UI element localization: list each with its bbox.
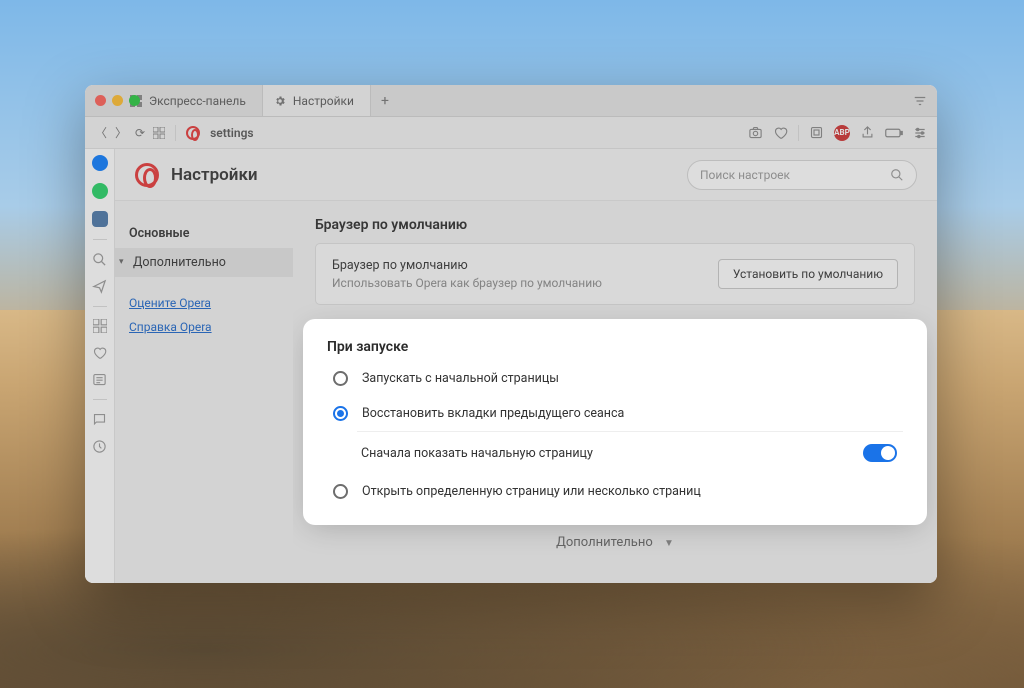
whatsapp-icon[interactable]	[92, 183, 108, 199]
share-icon[interactable]	[860, 125, 875, 140]
startup-section: При запуске Запускать с начальной страни…	[309, 325, 921, 519]
sidebar-rail	[85, 149, 115, 583]
reload-icon[interactable]: ⟳	[135, 126, 145, 140]
radio-label: Восстановить вкладки предыдущего сеанса	[362, 406, 624, 421]
search-placeholder: Поиск настроек	[700, 168, 790, 182]
startup-suboption-show-start-first: Сначала показать начальную страницу	[357, 431, 903, 474]
extensions-icon[interactable]	[809, 125, 824, 140]
default-browser-label: Браузер по умолчанию	[332, 258, 602, 273]
more-label: Дополнительно	[556, 535, 653, 550]
search-rail-icon[interactable]	[92, 252, 107, 267]
section-default-browser-title: Браузер по умолчанию	[315, 217, 915, 233]
easy-setup-icon[interactable]	[913, 126, 927, 140]
heart-rail-icon[interactable]	[92, 345, 107, 360]
address-bar: 〈 〉 ⟳ settings ABP	[85, 117, 937, 149]
radio-icon	[333, 371, 348, 386]
radio-label: Открыть определенную страницу или нескол…	[362, 484, 701, 499]
forward-icon[interactable]: 〉	[115, 124, 127, 141]
opera-logo-icon	[135, 163, 159, 187]
nav-controls: 〈 〉 ⟳	[95, 124, 165, 141]
nav-item-basic[interactable]: Основные	[115, 219, 293, 248]
close-window-icon[interactable]	[95, 95, 106, 106]
tab-label: Экспресс-панель	[149, 94, 246, 108]
startup-option-restore-session[interactable]: Восстановить вкладки предыдущего сеанса	[327, 396, 903, 431]
radio-icon	[333, 406, 348, 421]
settings-header: Настройки Поиск настроек	[115, 149, 937, 201]
battery-icon[interactable]	[885, 127, 903, 139]
tab-speed-dial[interactable]: Экспресс-панель	[119, 85, 263, 116]
tabbar-menu-icon[interactable]	[913, 94, 937, 108]
startup-option-specific-pages[interactable]: Открыть определенную страницу или нескол…	[327, 474, 903, 509]
adblock-icon[interactable]: ABP	[834, 125, 850, 141]
chevron-down-icon: ▼	[664, 538, 674, 549]
vk-icon[interactable]	[92, 211, 108, 227]
radio-label: Запускать с начальной страницы	[362, 371, 559, 386]
back-icon[interactable]: 〈	[95, 124, 107, 141]
apps-rail-icon[interactable]	[93, 319, 107, 333]
default-browser-card: Браузер по умолчанию Использовать Opera …	[315, 243, 915, 305]
speed-dial-icon[interactable]	[153, 127, 165, 139]
settings-nav: Основные Дополнительно Оцените Opera Спр…	[115, 201, 293, 583]
news-rail-icon[interactable]	[92, 372, 107, 387]
page-title: Настройки	[171, 165, 258, 185]
chat-rail-icon[interactable]	[92, 412, 107, 427]
settings-search-input[interactable]: Поиск настроек	[687, 160, 917, 190]
radio-icon	[333, 484, 348, 499]
new-tab-button[interactable]: +	[371, 93, 399, 109]
browser-window: Экспресс-панель Настройки + 〈 〉 ⟳ settin…	[85, 85, 937, 583]
more-advanced-toggle[interactable]: Дополнительно ▼	[315, 519, 915, 550]
window-controls	[95, 95, 140, 106]
tab-bar: Экспресс-панель Настройки +	[85, 85, 937, 117]
suboption-label: Сначала показать начальную страницу	[361, 446, 593, 461]
minimize-window-icon[interactable]	[112, 95, 123, 106]
settings-pane: Браузер по умолчанию Браузер по умолчани…	[293, 201, 937, 583]
camera-icon[interactable]	[748, 125, 763, 140]
history-rail-icon[interactable]	[92, 439, 107, 454]
startup-option-start-page[interactable]: Запускать с начальной страницы	[327, 361, 903, 396]
set-default-button[interactable]: Установить по умолчанию	[718, 259, 898, 289]
section-startup-title: При запуске	[327, 339, 903, 355]
link-rate-opera[interactable]: Оцените Opera	[115, 291, 293, 315]
link-help-opera[interactable]: Справка Opera	[115, 315, 293, 339]
gear-icon	[273, 94, 287, 108]
address-text[interactable]: settings	[210, 126, 254, 140]
default-browser-subtitle: Использовать Opera как браузер по умолча…	[332, 276, 602, 290]
search-icon	[890, 168, 904, 182]
tab-label: Настройки	[293, 94, 354, 108]
opera-icon	[186, 126, 200, 140]
toggle-switch[interactable]	[863, 444, 897, 462]
heart-icon[interactable]	[773, 125, 788, 140]
messenger-icon[interactable]	[92, 155, 108, 171]
nav-item-advanced[interactable]: Дополнительно	[115, 248, 293, 277]
maximize-window-icon[interactable]	[129, 95, 140, 106]
tab-settings[interactable]: Настройки	[263, 85, 371, 116]
send-rail-icon[interactable]	[92, 279, 107, 294]
